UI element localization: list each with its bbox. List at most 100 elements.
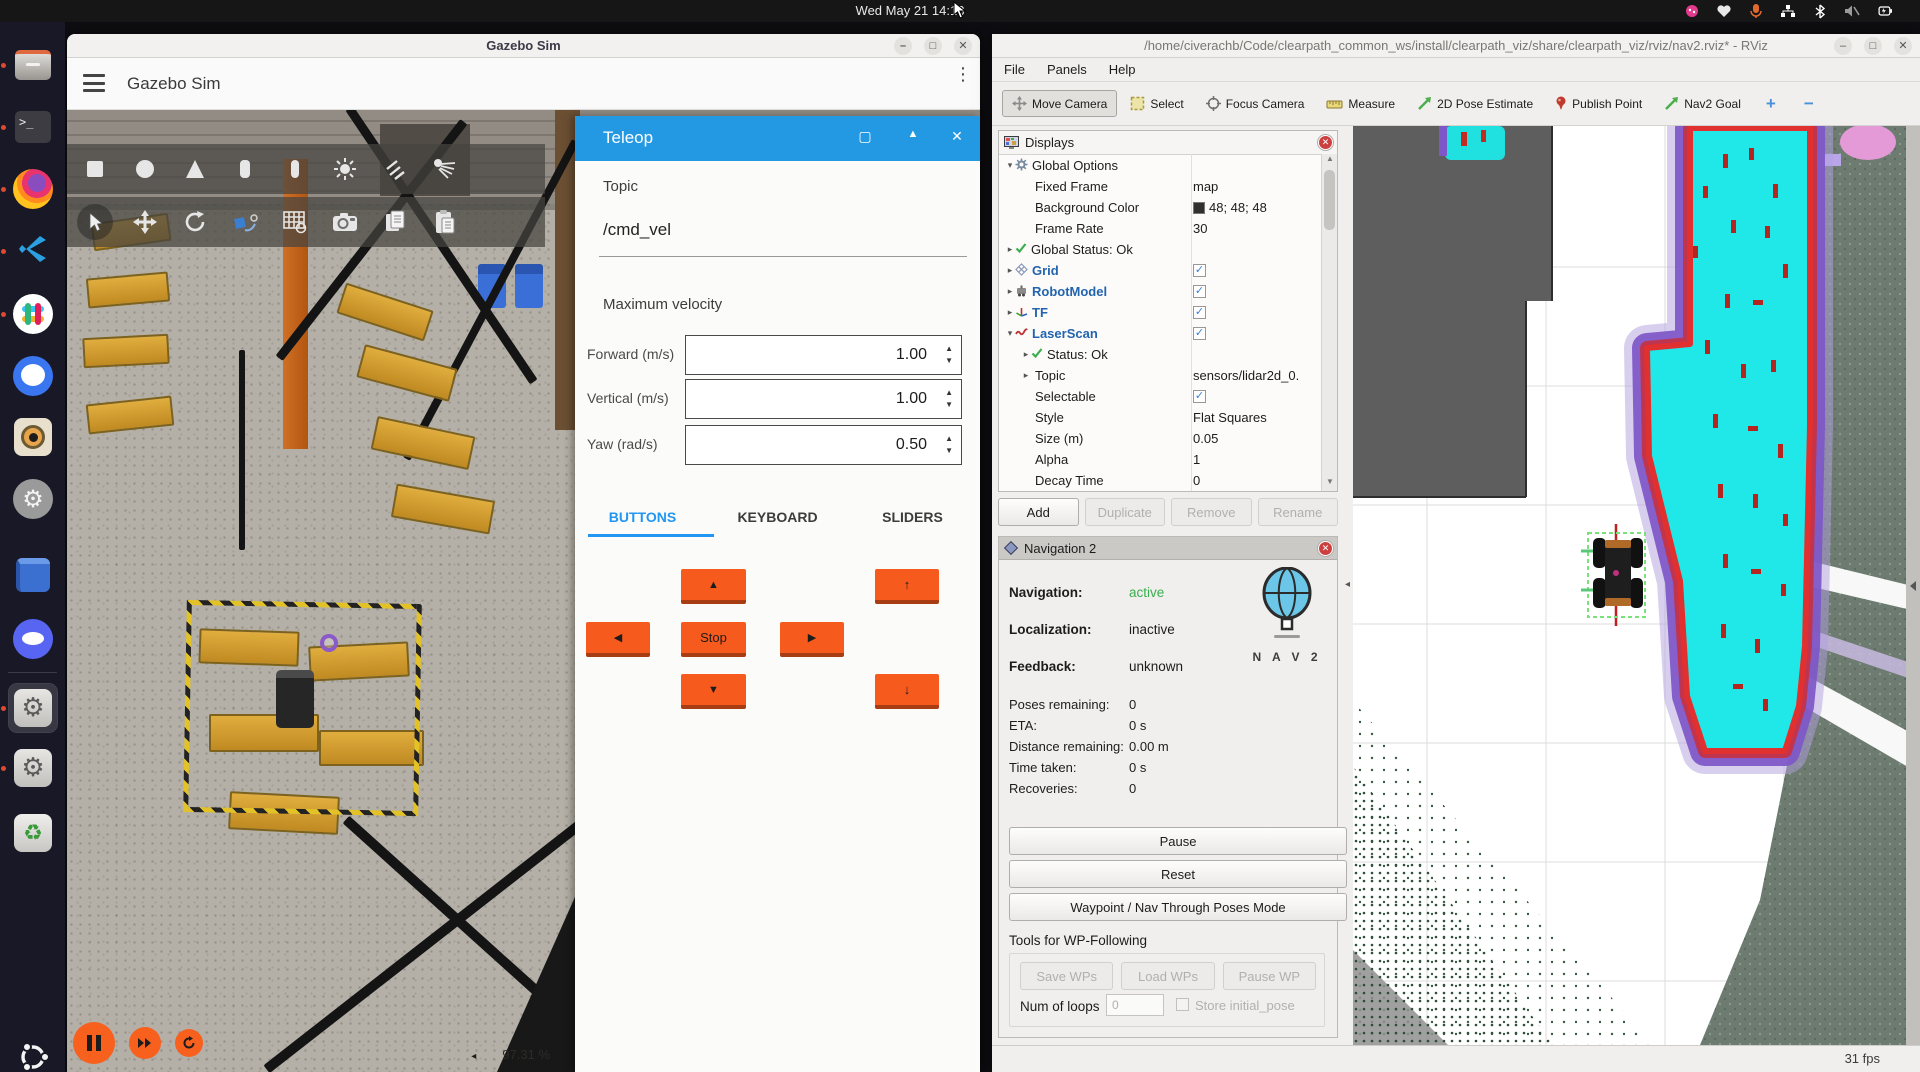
- kebab-menu-icon[interactable]: ⋮: [954, 70, 968, 79]
- displays-tree-row[interactable]: ▾Global Options: [999, 155, 1322, 176]
- bluetooth-icon[interactable]: [1812, 3, 1828, 19]
- close-panel-button[interactable]: ✕: [1318, 541, 1333, 556]
- dock-item-rhythmbox[interactable]: [9, 413, 57, 461]
- battery-icon[interactable]: [1876, 3, 1892, 19]
- tool-publish-point[interactable]: Publish Point: [1546, 91, 1651, 116]
- display-value[interactable]: 0.05: [1193, 431, 1218, 446]
- system-tray[interactable]: [1684, 2, 1892, 20]
- capsule-icon[interactable]: [277, 151, 313, 187]
- add-tool-button[interactable]: +: [1754, 92, 1788, 116]
- dock-item-ubuntu-logo[interactable]: [9, 1035, 57, 1072]
- displays-tree-row[interactable]: Alpha1: [999, 449, 1322, 470]
- dock-item-settings[interactable]: ⚙: [9, 475, 57, 523]
- enabled-checkbox[interactable]: ✓: [1193, 390, 1206, 403]
- close-panel-button[interactable]: ✕: [1318, 135, 1333, 150]
- dock-item-gazebo[interactable]: ⚙: [9, 684, 57, 732]
- snap-icon[interactable]: [227, 204, 263, 240]
- topic-input[interactable]: /cmd_vel: [603, 220, 671, 240]
- gazebo-titlebar[interactable]: Gazebo Sim – □ ✕: [67, 34, 980, 58]
- displays-tree-row[interactable]: Decay Time0: [999, 470, 1322, 491]
- add-button[interactable]: Add: [998, 498, 1079, 526]
- tab-keyboard[interactable]: KEYBOARD: [710, 501, 845, 537]
- teleop-header[interactable]: Teleop ▢ ▲ ✕: [575, 116, 980, 161]
- tool-select[interactable]: Select: [1121, 91, 1192, 116]
- waypoint-nav-through-poses-mode-button[interactable]: Waypoint / Nav Through Poses Mode: [1009, 893, 1347, 921]
- dock-item-files[interactable]: [9, 41, 57, 89]
- up-button[interactable]: ▲: [681, 569, 746, 604]
- maximize-button[interactable]: □: [1864, 37, 1882, 55]
- rviz-titlebar[interactable]: /home/civerachb/Code/clearpath_common_ws…: [992, 34, 1920, 58]
- cylinder-icon[interactable]: [227, 151, 263, 187]
- scrollbar[interactable]: ▲ ▼: [1321, 154, 1337, 491]
- paste-icon[interactable]: [427, 204, 463, 240]
- dock-item-trash[interactable]: ♻: [9, 809, 57, 857]
- stop-button[interactable]: Stop: [681, 622, 746, 657]
- velocity-input[interactable]: 1.00▲▼: [685, 335, 962, 375]
- display-value[interactable]: map: [1193, 179, 1218, 194]
- down-button[interactable]: ▼: [681, 674, 746, 709]
- dock-item-terminal[interactable]: >_: [9, 103, 57, 151]
- enabled-checkbox[interactable]: ✓: [1193, 327, 1206, 340]
- screenshot-icon[interactable]: [327, 204, 363, 240]
- spinner-arrows-icon[interactable]: ▲▼: [945, 433, 953, 457]
- reset-button[interactable]: Reset: [1009, 860, 1347, 888]
- directional-light-icon[interactable]: [377, 151, 413, 187]
- tool-nav2-goal[interactable]: Nav2 Goal: [1655, 91, 1750, 116]
- dock-item-app-gear[interactable]: ⚙: [9, 744, 57, 792]
- expander-icon[interactable]: ▸: [1005, 307, 1015, 318]
- minimize-button[interactable]: –: [1834, 37, 1852, 55]
- alt-down-button[interactable]: ↓: [875, 674, 939, 709]
- enabled-checkbox[interactable]: ✓: [1193, 306, 1206, 319]
- copy-icon[interactable]: [377, 204, 413, 240]
- scroll-down-icon[interactable]: ▼: [1322, 477, 1338, 491]
- translate-icon[interactable]: [127, 204, 163, 240]
- float-button[interactable]: ▢: [854, 128, 876, 148]
- microphone-icon[interactable]: [1748, 3, 1764, 19]
- display-value[interactable]: 48; 48; 48: [1193, 200, 1267, 215]
- menu-help[interactable]: Help: [1109, 62, 1136, 77]
- spinner-arrows-icon[interactable]: ▲▼: [945, 343, 953, 367]
- displays-tree-row[interactable]: Selectable✓: [999, 386, 1322, 407]
- displays-tree-row[interactable]: ▸Grid✓: [999, 260, 1322, 281]
- dock-item-vscode[interactable]: [9, 227, 57, 275]
- maximize-button[interactable]: □: [924, 37, 942, 55]
- displays-tree-row[interactable]: ▸Status: Ok: [999, 344, 1322, 365]
- displays-tree-row[interactable]: ▸Topicsensors/lidar2d_0.: [999, 365, 1322, 386]
- store-initial-pose-checkbox[interactable]: [1176, 998, 1189, 1011]
- left-button[interactable]: ◀: [586, 622, 650, 657]
- enabled-checkbox[interactable]: ✓: [1193, 264, 1206, 277]
- tool-focus-camera[interactable]: Focus Camera: [1197, 91, 1314, 116]
- expander-icon[interactable]: ▸: [1021, 370, 1031, 381]
- tool-move-camera[interactable]: Move Camera: [1002, 90, 1117, 117]
- display-value[interactable]: 30: [1193, 221, 1207, 236]
- nav2-panel-header[interactable]: Navigation 2 ✕: [999, 537, 1337, 560]
- hamburger-menu-icon[interactable]: [83, 74, 105, 92]
- alt-up-button[interactable]: ↑: [875, 569, 939, 604]
- rotate-icon[interactable]: [177, 204, 213, 240]
- close-button[interactable]: ✕: [954, 37, 972, 55]
- dock-item-discord[interactable]: [9, 615, 57, 663]
- display-value[interactable]: ✓: [1193, 327, 1206, 340]
- pause-button[interactable]: Pause: [1009, 827, 1347, 855]
- menu-panels[interactable]: Panels: [1047, 62, 1087, 77]
- dock-item-virtualbox[interactable]: [9, 551, 57, 599]
- display-value[interactable]: ✓: [1193, 306, 1206, 319]
- displays-tree-row[interactable]: Frame Rate30: [999, 218, 1322, 239]
- sphere-icon[interactable]: [127, 151, 163, 187]
- rviz-3d-view[interactable]: [1353, 126, 1920, 1045]
- reset-sim-button[interactable]: [175, 1029, 203, 1057]
- expander-icon[interactable]: ▸: [1021, 349, 1031, 360]
- expander-icon[interactable]: ▸: [1005, 286, 1015, 297]
- enabled-checkbox[interactable]: ✓: [1193, 285, 1206, 298]
- num-of-loops-input[interactable]: 0: [1106, 994, 1164, 1016]
- displays-tree-row[interactable]: ▸Global Status: Ok: [999, 239, 1322, 260]
- displays-tree-row[interactable]: ▸TF✓: [999, 302, 1322, 323]
- displays-tree-row[interactable]: ▾LaserScan✓: [999, 323, 1322, 344]
- expander-icon[interactable]: ▸: [1005, 244, 1015, 255]
- step-button[interactable]: [129, 1027, 161, 1059]
- displays-tree-row[interactable]: Size (m)0.05: [999, 428, 1322, 449]
- display-value[interactable]: 1: [1193, 452, 1200, 467]
- menu-file[interactable]: File: [1004, 62, 1025, 77]
- display-value[interactable]: ✓: [1193, 264, 1206, 277]
- remove-tool-button[interactable]: −: [1792, 92, 1826, 116]
